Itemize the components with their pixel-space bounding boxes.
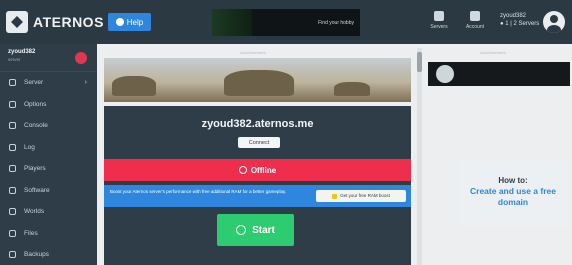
- status-text: Offline: [250, 165, 277, 175]
- sidebar-item-label: Options: [24, 100, 47, 108]
- question-icon: [115, 18, 124, 26]
- howto-title: How to:: [498, 176, 528, 185]
- sidebar: zyoud382 server Server › Options Console…: [0, 44, 97, 265]
- top-header: ATERNOS Help Find your hobby Servers Acc…: [0, 0, 572, 44]
- ram-boost-text: Boost your Aternos server's performance …: [110, 189, 287, 194]
- worlds-icon: [9, 208, 16, 216]
- sidebar-item-console[interactable]: Console: [0, 115, 97, 137]
- sidebar-item-log[interactable]: Log: [0, 137, 97, 159]
- sidebar-item-software[interactable]: Software: [0, 180, 97, 202]
- right-ad-label: Advertisement: [480, 50, 506, 55]
- scrollbar[interactable]: [417, 48, 422, 265]
- help-label: Help: [126, 17, 144, 27]
- status-badge: Offline: [104, 159, 411, 181]
- sidebar-item-worlds[interactable]: Worlds: [0, 201, 97, 223]
- bolt-icon: [332, 193, 338, 199]
- sidebar-item-label: Worlds: [24, 208, 45, 216]
- console-icon: [9, 122, 16, 130]
- account-icon: [470, 11, 480, 21]
- backups-icon: [9, 251, 16, 259]
- sidebar-item-players[interactable]: Players: [0, 158, 97, 180]
- start-label: Start: [252, 224, 275, 236]
- scrollbar-thumb[interactable]: [417, 52, 422, 72]
- servers-label: Servers: [430, 24, 448, 30]
- sidebar-item-server[interactable]: Server ›: [0, 72, 97, 94]
- user-sub: ● 1 | 2 Servers: [500, 21, 540, 27]
- ram-boost-banner: Boost your Aternos server's performance …: [104, 185, 411, 207]
- sidebar-item-backups[interactable]: Backups: [0, 244, 97, 265]
- aternos-logo-icon: [6, 11, 28, 33]
- software-icon: [9, 186, 16, 194]
- hero-rock: [334, 82, 370, 96]
- hero-rock: [112, 76, 156, 96]
- ad-label: Advertisement: [240, 50, 266, 55]
- sidebar-item-label: Backups: [24, 251, 49, 259]
- sidebar-item-options[interactable]: Options: [0, 94, 97, 116]
- sidebar-item-label: Console: [24, 122, 48, 130]
- server-icon: [9, 79, 16, 87]
- status-dot-icon: [75, 52, 87, 64]
- brand-name: ATERNOS: [33, 14, 104, 30]
- ad-image: [212, 9, 252, 36]
- hero-rock: [224, 70, 294, 96]
- options-icon: [9, 100, 16, 108]
- servers-nav[interactable]: Servers: [424, 11, 454, 30]
- connect-button[interactable]: Connect: [238, 137, 280, 148]
- log-icon: [9, 143, 16, 151]
- hero-ad-image[interactable]: [104, 58, 411, 102]
- username: zyoud382: [500, 13, 527, 19]
- servers-icon: [434, 11, 444, 21]
- sidebar-item-label: Files: [24, 229, 38, 237]
- power-icon: [236, 225, 247, 235]
- account-label: Account: [465, 24, 485, 30]
- howto-card[interactable]: How to: Create and use a free domain: [458, 160, 568, 226]
- sidebar-item-files[interactable]: Files: [0, 223, 97, 245]
- brand[interactable]: ATERNOS: [6, 11, 104, 33]
- ram-boost-button[interactable]: Get your free RAM boost: [316, 190, 406, 202]
- bottom-panel: [104, 256, 411, 265]
- header-ad-banner[interactable]: Find your hobby: [212, 9, 360, 36]
- ad-logo-icon: [436, 65, 454, 83]
- files-icon: [9, 229, 16, 237]
- start-button[interactable]: Start: [217, 214, 294, 246]
- help-button[interactable]: Help: [108, 13, 151, 31]
- avatar[interactable]: [543, 11, 565, 33]
- sidebar-item-label: Log: [24, 143, 35, 151]
- account-nav[interactable]: Account: [460, 11, 490, 30]
- sidebar-item-label: Server: [24, 79, 44, 87]
- server-selector[interactable]: zyoud382 server: [0, 44, 97, 72]
- ad-text: Find your hobby: [318, 19, 354, 26]
- ram-boost-button-label: Get your free RAM boost: [340, 193, 390, 198]
- sidebar-item-label: Software: [24, 186, 50, 194]
- sidebar-item-label: Players: [24, 165, 46, 173]
- right-ad-banner[interactable]: [428, 62, 570, 86]
- players-icon: [9, 165, 16, 173]
- chevron-right-icon: ›: [84, 79, 87, 87]
- user-info[interactable]: zyoud382 ● 1 | 2 Servers: [500, 12, 539, 28]
- server-address[interactable]: zyoud382.aternos.me: [104, 118, 411, 130]
- howto-link[interactable]: Create and use a free domain: [458, 186, 568, 208]
- offline-icon: [238, 166, 247, 174]
